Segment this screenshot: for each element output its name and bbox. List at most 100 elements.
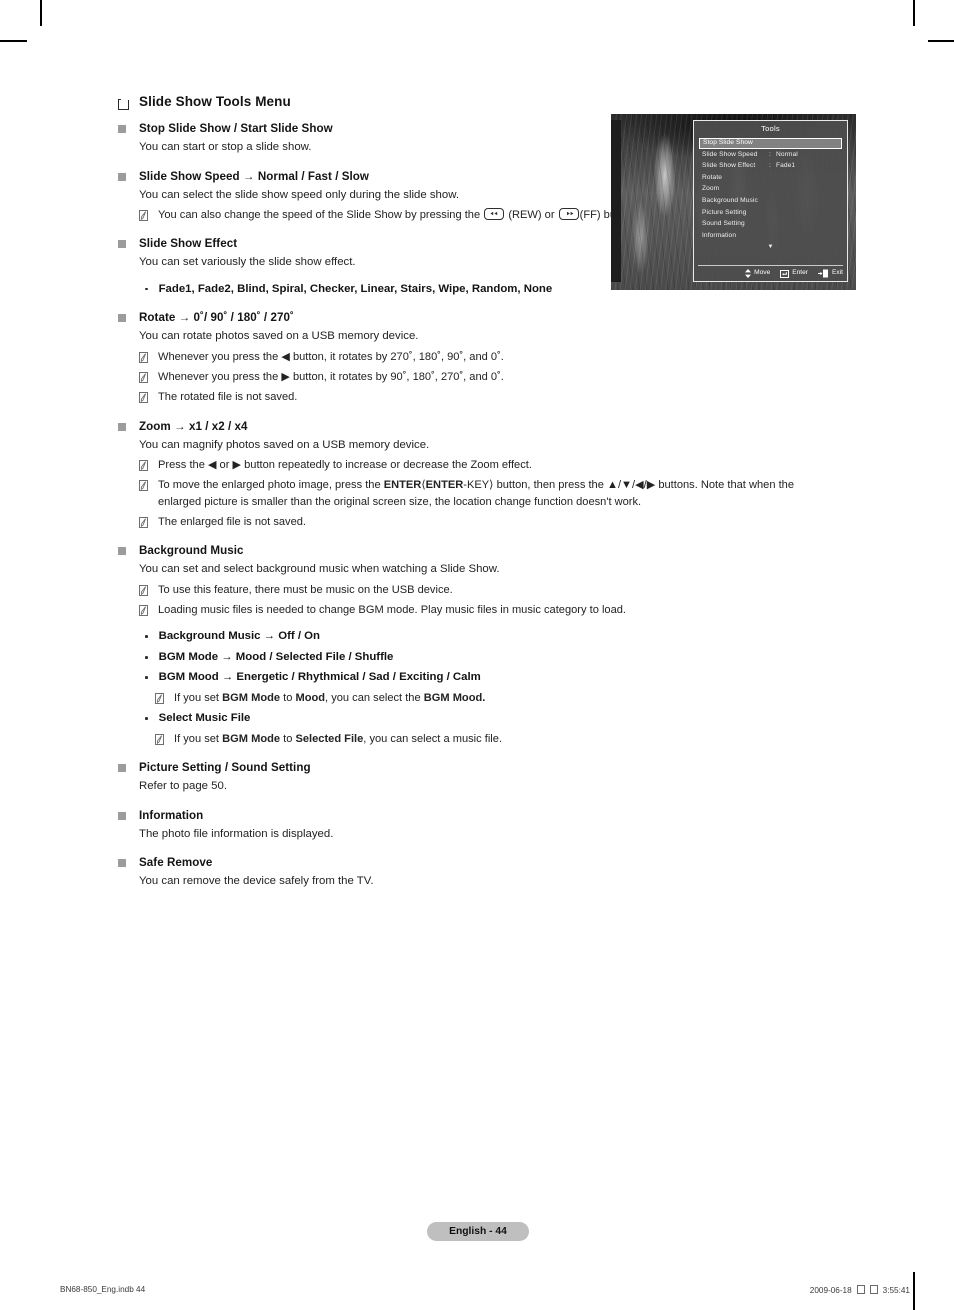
- item-square-marker-icon: [118, 811, 126, 820]
- enter-key-icon: [780, 269, 790, 278]
- print-locale-glyph-2: [869, 1285, 878, 1296]
- option-text: Select Music File: [158, 712, 251, 725]
- note-pencil-icon: [139, 605, 148, 617]
- crop-mark-bottom-right-vertical: [913, 1272, 915, 1310]
- print-timestamp: 2009-06-18 3:55:41: [810, 1285, 910, 1296]
- section-marker-icon: [118, 97, 130, 110]
- tools-menu-item-note: Loading music files is needed to change …: [139, 602, 838, 618]
- option-text: Background Music → Off / On: [158, 630, 320, 643]
- tv-menu-row-label: Rotate: [702, 173, 723, 181]
- print-date: 2009-06-18: [809, 1286, 852, 1295]
- up-down-arrow-icon: [745, 269, 752, 278]
- tv-menu-rows: Stop Slide Show Slide Show Speed: Normal Sl…: [694, 137, 847, 242]
- tv-menu-row[interactable]: Slide Show Effect: Fade1: [699, 161, 842, 173]
- note-pencil-icon: [139, 351, 148, 363]
- tv-menu-row-label: Picture Setting: [702, 208, 747, 216]
- item-square-marker-icon: [118, 240, 126, 249]
- item-square-marker-icon: [118, 547, 126, 556]
- fast-forward-button-icon: [558, 208, 579, 220]
- print-time: 3:55:41: [882, 1286, 910, 1295]
- section-title-text: Slide Show Tools Menu: [139, 94, 291, 109]
- tools-menu-item-note: Whenever you press the ▶ button, it rota…: [139, 369, 838, 385]
- tv-menu-row-label: Sound Setting: [702, 220, 745, 228]
- note-text: The enlarged file is not saved.: [158, 516, 307, 529]
- tv-menu-row[interactable]: Zoom: [699, 184, 842, 196]
- tv-menu-row[interactable]: Slide Show Speed: Normal: [699, 149, 842, 161]
- tools-menu-item-note: The rotated file is not saved.: [139, 389, 838, 405]
- tv-menu-row[interactable]: Stop Slide Show: [699, 137, 842, 150]
- note-pencil-icon: [139, 584, 148, 596]
- tools-menu-option-note: If you set BGM Mode to Selected File, yo…: [155, 731, 838, 747]
- tv-menu-row[interactable]: Sound Setting: [699, 219, 842, 231]
- option-bullet-icon: [145, 635, 148, 639]
- note-text: Loading music files is needed to change …: [158, 604, 627, 617]
- note-text: To use this feature, there must be music…: [158, 583, 453, 596]
- note-pencil-icon: [139, 372, 148, 384]
- item-square-marker-icon: [118, 125, 126, 133]
- option-bullet-icon: [145, 287, 148, 291]
- tv-menu-row[interactable]: Background Music: [699, 196, 842, 208]
- crop-mark-top-right-horizontal: [928, 40, 954, 42]
- print-locale-glyph-1: [856, 1285, 865, 1296]
- tools-menu-item-title: Zoom → x1 / x2 / x4: [139, 419, 248, 433]
- crop-mark-top-left-horizontal: [0, 40, 27, 42]
- tools-menu-item: Rotate → 0˚/ 90˚ / 180˚ / 270˚ You can ro…: [118, 310, 838, 405]
- tools-menu-item-title: Information: [139, 808, 204, 822]
- item-square-marker-icon: [118, 422, 126, 431]
- tools-menu-item-description: The photo file information is displayed.: [139, 827, 334, 840]
- tools-menu-item-body: Zoom → x1 / x2 / x4 You can magnify photo…: [139, 419, 838, 531]
- tv-hint-enter-label: Enter: [792, 269, 808, 277]
- note-text: Whenever you press the ◀ button, it rota…: [158, 350, 504, 363]
- tools-menu-item-title: Safe Remove: [139, 856, 213, 870]
- note-text: To move the enlarged photo image, press …: [158, 479, 794, 508]
- note-pencil-icon: [139, 517, 148, 529]
- item-square-marker-icon: [118, 764, 126, 773]
- tools-menu-item: Picture Setting / Sound Setting Refer to …: [118, 760, 838, 795]
- item-square-marker-icon: [118, 859, 126, 868]
- tools-menu-item-description: You can set and select background music …: [139, 563, 500, 576]
- tools-menu-item-note: To use this feature, there must be music…: [139, 582, 838, 598]
- manual-page: Slide Show Tools Menu Stop Slide Show / …: [0, 0, 954, 1310]
- tv-hint-exit-label: Exit: [832, 269, 843, 277]
- note-pencil-icon: [139, 460, 148, 472]
- tv-menu-row-label: Zoom: [702, 185, 720, 193]
- tools-menu-item-title: Picture Setting / Sound Setting: [139, 761, 311, 775]
- tv-menu-row-label: Slide Show Effect: [702, 162, 756, 170]
- item-square-marker-icon: [118, 172, 126, 181]
- option-text: BGM Mode → Mood / Selected File / Shuffl…: [158, 650, 394, 663]
- tv-menu-title: Tools: [761, 124, 780, 133]
- tools-menu-item: Information The photo file information is…: [118, 808, 838, 843]
- tv-menu-row-label: Information: [702, 231, 737, 239]
- tv-osd-screenshot: Tools Stop Slide Show Slide Show Speed: No…: [611, 114, 856, 290]
- tv-menu-row-label: Background Music: [702, 197, 758, 205]
- tools-menu-item-description: You can remove the device safely from th…: [139, 875, 374, 888]
- tools-menu-option: Background Music → Off / On: [139, 628, 838, 645]
- tv-hint-move-label: Move: [754, 269, 771, 277]
- option-text: BGM Mood → Energetic / Rhythmical / Sad …: [158, 671, 481, 684]
- tools-menu-item-title: Rotate → 0˚/ 90˚ / 180˚ / 270˚: [139, 311, 294, 325]
- note-pencil-icon: [155, 692, 164, 704]
- note-text: Press the ◀ or ▶ button repeatedly to in…: [158, 459, 532, 472]
- option-bullet-icon: [145, 676, 148, 680]
- note-pencil-icon: [155, 733, 164, 745]
- tools-menu-item-body: Rotate → 0˚/ 90˚ / 180˚ / 270˚ You can ro…: [139, 310, 838, 405]
- tools-menu-item-title: Background Music: [139, 544, 244, 558]
- tv-menu-row[interactable]: Rotate: [699, 172, 842, 184]
- tools-menu-item-description: Refer to page 50.: [139, 780, 228, 793]
- tv-menu-row-separator: :: [769, 162, 771, 170]
- item-square-marker-icon: [118, 314, 126, 323]
- tv-menu-row[interactable]: Picture Setting: [699, 207, 842, 219]
- tv-hint-enter: Enter: [780, 269, 808, 278]
- tools-menu-option: BGM Mode → Mood / Selected File / Shuffl…: [139, 649, 838, 666]
- tv-left-letterbox-band: [611, 120, 621, 282]
- note-text: Whenever you press the ▶ button, it rota…: [158, 371, 504, 384]
- tools-menu-item: Safe Remove You can remove the device saf…: [118, 855, 838, 890]
- tv-hint-exit: Exit: [818, 269, 843, 278]
- tools-menu-item-body: Picture Setting / Sound Setting Refer to …: [139, 760, 838, 795]
- tv-menu-more-indicator-icon: ▼: [767, 243, 774, 250]
- tools-menu-option: BGM Mood → Energetic / Rhythmical / Sad …: [139, 669, 838, 686]
- tv-menu-row[interactable]: Information: [699, 230, 842, 242]
- tools-menu-item-body: Background Music You can set and select b…: [139, 543, 838, 747]
- tv-menu-row-label: Stop Slide Show: [703, 139, 753, 147]
